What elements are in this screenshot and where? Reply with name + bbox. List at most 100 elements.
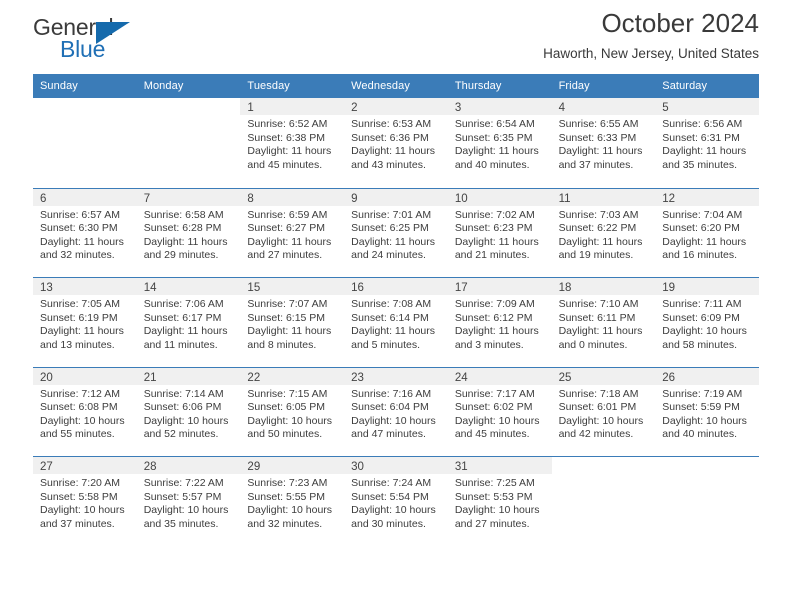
day-number-band: 6 [33, 188, 137, 206]
day-sun-info: Sunrise: 7:08 AM Sunset: 6:14 PM Daylight:… [344, 295, 448, 352]
day-sun-info: Sunrise: 6:55 AM Sunset: 6:33 PM Daylight:… [552, 115, 656, 172]
daylight-text: Daylight: 11 hours and 45 minutes. [247, 145, 332, 171]
day-number-band: 17 [447, 278, 552, 295]
calendar-day-cell[interactable]: 6 Sunrise: 6:57 AM Sunset: 6:30 PM Daylight… [33, 188, 137, 277]
day-sun-info: Sunrise: 7:23 AM Sunset: 5:55 PM Daylight:… [240, 474, 344, 531]
calendar-day-cell[interactable]: 14 Sunrise: 7:06 AM Sunset: 6:17 PM Dayligh… [136, 278, 241, 367]
calendar-day-cell[interactable]: 22 Sunrise: 7:15 AM Sunset: 6:05 PM Dayligh… [240, 367, 345, 456]
sunset-text: Sunset: 6:05 PM [247, 401, 326, 414]
calendar-day-cell[interactable]: 29 Sunrise: 7:23 AM Sunset: 5:55 PM Dayligh… [240, 457, 345, 546]
day-number: 26 [662, 371, 676, 384]
sunset-text: Sunset: 6:12 PM [454, 311, 533, 324]
day-number-band [551, 457, 656, 474]
daylight-text: Daylight: 11 hours and 37 minutes. [558, 145, 643, 171]
calendar-day-cell[interactable]: 24 Sunrise: 7:17 AM Sunset: 6:02 PM Dayligh… [447, 367, 552, 456]
sunset-text: Sunset: 6:20 PM [662, 222, 740, 235]
sunset-text: Sunset: 6:27 PM [247, 222, 326, 235]
day-number-band: 27 [33, 457, 137, 474]
day-sun-info: Sunrise: 7:12 AM Sunset: 6:08 PM Daylight:… [33, 385, 137, 442]
sunrise-text: Sunrise: 6:53 AM [351, 118, 432, 130]
sunset-text: Sunset: 6:15 PM [247, 311, 326, 324]
day-number-band: 11 [551, 188, 656, 206]
calendar-day-cell[interactable]: 5 Sunrise: 6:56 AM Sunset: 6:31 PM Daylight… [655, 98, 759, 188]
logo-text-blue: Blue [60, 36, 106, 62]
day-number-band: 15 [240, 278, 345, 295]
calendar-day-cell[interactable]: 3 Sunrise: 6:54 AM Sunset: 6:35 PM Daylight… [447, 98, 552, 188]
day-sun-info: Sunrise: 6:52 AM Sunset: 6:38 PM Daylight:… [240, 115, 344, 172]
weekday-tuesday: Tuesday [247, 80, 290, 92]
daylight-text: Daylight: 10 hours and 30 minutes. [351, 504, 436, 530]
day-number-band: 13 [33, 278, 137, 295]
sunset-text: Sunset: 6:14 PM [351, 311, 429, 324]
day-number-band: 30 [344, 457, 448, 474]
calendar-day-cell[interactable]: 18 Sunrise: 7:10 AM Sunset: 6:11 PM Dayligh… [551, 278, 656, 367]
daylight-text: Daylight: 11 hours and 19 minutes. [558, 235, 643, 262]
calendar-week-row: 1 Sunrise: 6:52 AM Sunset: 6:38 PM Daylight… [33, 98, 759, 188]
calendar-week-row: 6 Sunrise: 6:57 AM Sunset: 6:30 PM Daylight… [33, 187, 759, 277]
calendar-day-cell[interactable]: 19 Sunrise: 7:11 AM Sunset: 6:09 PM Dayligh… [655, 278, 759, 367]
calendar-day-cell[interactable]: 30 Sunrise: 7:24 AM Sunset: 5:54 PM Dayligh… [344, 457, 448, 546]
calendar-day-cell[interactable]: 13 Sunrise: 7:05 AM Sunset: 6:19 PM Dayligh… [33, 278, 137, 367]
day-sun-info: Sunrise: 6:56 AM Sunset: 6:31 PM Daylight:… [655, 115, 759, 172]
calendar-day-cell[interactable]: 17 Sunrise: 7:09 AM Sunset: 6:12 PM Dayligh… [447, 278, 552, 367]
calendar-day-cell[interactable]: 9 Sunrise: 7:01 AM Sunset: 6:25 PM Daylight… [344, 188, 448, 277]
calendar-day-cell[interactable]: 10 Sunrise: 7:02 AM Sunset: 6:23 PM Dayligh… [447, 188, 552, 277]
weekday-header-row: Sunday Monday Tuesday Wednesday Thursday… [33, 74, 759, 98]
calendar-day-cell[interactable]: 28 Sunrise: 7:22 AM Sunset: 5:57 PM Dayligh… [136, 457, 241, 546]
calendar-day-cell[interactable]: 4 Sunrise: 6:55 AM Sunset: 6:33 PM Daylight… [551, 98, 656, 188]
daylight-text: Daylight: 10 hours and 50 minutes. [247, 414, 333, 441]
day-sun-info: Sunrise: 7:01 AM Sunset: 6:25 PM Daylight:… [344, 206, 448, 263]
sunrise-text: Sunrise: 7:06 AM [143, 298, 224, 310]
calendar-day-cell[interactable]: 16 Sunrise: 7:08 AM Sunset: 6:14 PM Dayligh… [344, 278, 448, 367]
calendar-week-row: 13 Sunrise: 7:05 AM Sunset: 6:19 PM Dayligh… [33, 277, 759, 367]
calendar-day-cell[interactable]: 26 Sunrise: 7:19 AM Sunset: 5:59 PM Dayligh… [655, 367, 759, 456]
calendar-day-cell[interactable]: 23 Sunrise: 7:16 AM Sunset: 6:04 PM Dayligh… [344, 367, 448, 456]
calendar-day-cell[interactable]: 8 Sunrise: 6:59 AM Sunset: 6:27 PM Daylight… [240, 188, 345, 277]
calendar-day-cell[interactable]: 21 Sunrise: 7:14 AM Sunset: 6:06 PM Dayligh… [136, 367, 241, 456]
day-sun-info: Sunrise: 7:09 AM Sunset: 6:12 PM Daylight:… [448, 295, 552, 352]
calendar-day-cell[interactable]: 31 Sunrise: 7:25 AM Sunset: 5:53 PM Dayligh… [447, 457, 552, 546]
day-sun-info: Sunrise: 7:19 AM Sunset: 5:59 PM Daylight:… [655, 385, 759, 442]
daylight-text: Daylight: 11 hours and 32 minutes. [40, 235, 124, 262]
daylight-text: Daylight: 11 hours and 13 minutes. [40, 325, 124, 351]
day-sun-info: Sunrise: 7:06 AM Sunset: 6:17 PM Daylight:… [137, 295, 241, 352]
day-sun-info: Sunrise: 7:14 AM Sunset: 6:06 PM Daylight:… [137, 385, 241, 442]
sunrise-text: Sunrise: 6:58 AM [143, 208, 224, 221]
calendar-day-cell[interactable]: 12 Sunrise: 7:04 AM Sunset: 6:20 PM Dayligh… [655, 188, 759, 277]
day-number: 18 [558, 282, 572, 294]
daylight-text: Daylight: 11 hours and 43 minutes. [351, 145, 435, 171]
calendar-day-cell[interactable]: 1 Sunrise: 6:52 AM Sunset: 6:38 PM Daylight… [240, 98, 345, 188]
sunset-text: Sunset: 6:36 PM [351, 131, 429, 144]
day-number-band: 8 [240, 188, 345, 206]
day-number-band: 24 [447, 367, 552, 385]
day-number: 22 [247, 371, 261, 384]
calendar-day-cell[interactable]: 20 Sunrise: 7:12 AM Sunset: 6:08 PM Dayligh… [33, 367, 137, 456]
calendar-day-cell[interactable]: 25 Sunrise: 7:18 AM Sunset: 6:01 PM Dayligh… [551, 367, 656, 456]
day-sun-info: Sunrise: 6:58 AM Sunset: 6:28 PM Daylight:… [137, 206, 241, 263]
day-number: 3 [454, 102, 462, 114]
day-number-band [136, 98, 241, 115]
sunset-text: Sunset: 5:58 PM [40, 490, 118, 503]
day-number: 4 [558, 102, 565, 114]
sunrise-text: Sunrise: 7:10 AM [558, 298, 639, 310]
sunrise-text: Sunrise: 7:14 AM [143, 387, 224, 400]
calendar-day-cell[interactable]: 27 Sunrise: 7:20 AM Sunset: 5:58 PM Dayligh… [33, 457, 137, 546]
daylight-text: Daylight: 10 hours and 35 minutes. [143, 504, 229, 530]
sunrise-text: Sunrise: 7:04 AM [662, 208, 743, 221]
sunset-text: Sunset: 5:59 PM [662, 401, 740, 414]
calendar-day-cell[interactable]: 15 Sunrise: 7:07 AM Sunset: 6:15 PM Dayligh… [240, 278, 345, 367]
calendar-day-cell[interactable]: 11 Sunrise: 7:03 AM Sunset: 6:22 PM Dayligh… [551, 188, 656, 277]
day-sun-info: Sunrise: 7:15 AM Sunset: 6:05 PM Daylight:… [240, 385, 344, 442]
day-sun-info: Sunrise: 7:07 AM Sunset: 6:15 PM Daylight:… [240, 295, 344, 352]
sunset-text: Sunset: 6:30 PM [40, 222, 118, 235]
calendar-day-cell[interactable]: 7 Sunrise: 6:58 AM Sunset: 6:28 PM Daylight… [136, 188, 241, 277]
calendar-day-cell[interactable]: 2 Sunrise: 6:53 AM Sunset: 6:36 PM Daylight… [344, 98, 448, 188]
day-number-band: 1 [240, 98, 345, 115]
calendar-day-cell-empty [655, 457, 759, 546]
day-number: 15 [247, 282, 261, 294]
day-sun-info: Sunrise: 7:16 AM Sunset: 6:04 PM Daylight:… [344, 385, 448, 442]
sunrise-text: Sunrise: 7:16 AM [351, 387, 432, 400]
sunrise-text: Sunrise: 7:09 AM [454, 298, 535, 310]
general-blue-logo[interactable]: General Blue [33, 14, 153, 66]
day-number-band: 16 [344, 278, 448, 295]
